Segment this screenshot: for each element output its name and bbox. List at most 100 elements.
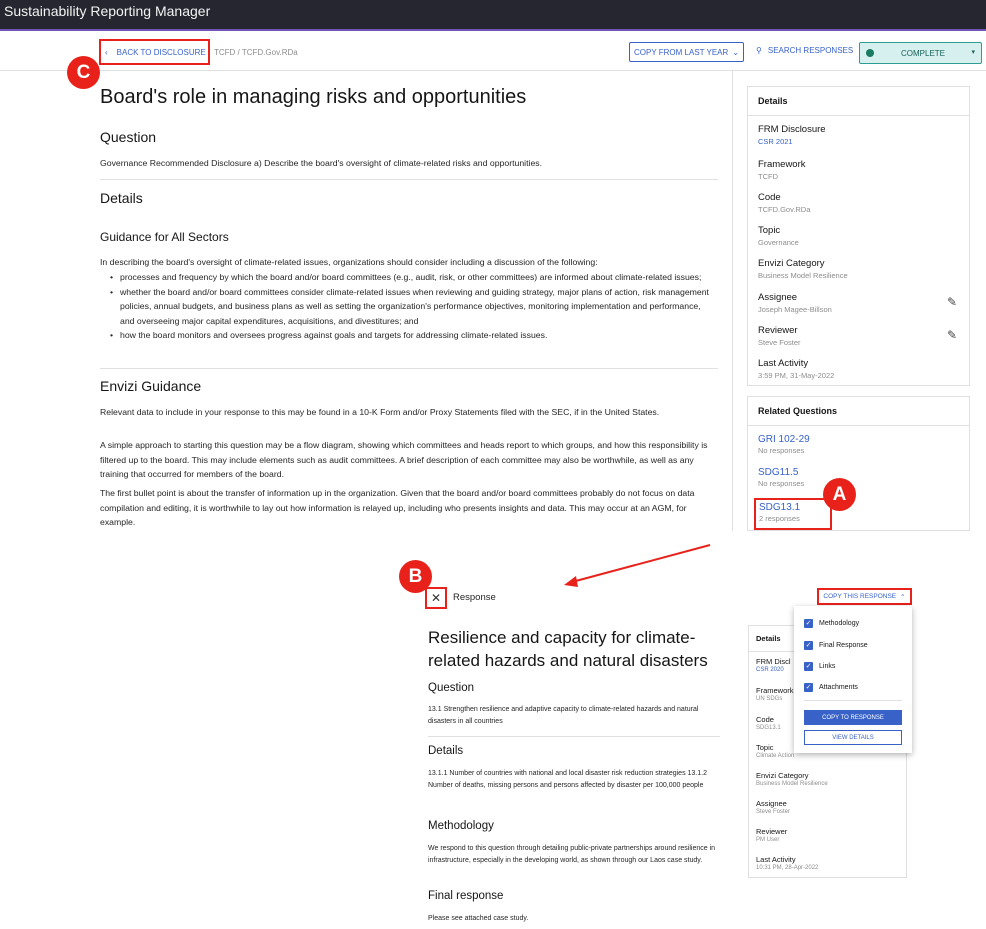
related-question-item[interactable]: GRI 102-29 No responses: [758, 434, 810, 455]
related-question-count: No responses: [758, 446, 805, 455]
guidance-intro: In describing the board's oversight of c…: [100, 257, 598, 267]
chevron-left-icon: ‹: [105, 48, 108, 57]
divider: [804, 700, 902, 701]
field-label: FRM Discl: [756, 657, 791, 666]
response-label: Response: [453, 592, 496, 603]
related-question-item-highlighted[interactable]: SDG13.1 2 responses: [754, 498, 832, 530]
view-details-button[interactable]: VIEW DETAILS: [804, 730, 902, 745]
related-question-link[interactable]: GRI 102-29: [758, 434, 810, 445]
field-label: Envizi Category: [756, 771, 809, 780]
field-envizi-category: Envizi Category Business Model Resilienc…: [758, 258, 848, 280]
field-value: Steve Foster: [758, 338, 801, 347]
related-question-link[interactable]: SDG11.5: [758, 467, 804, 478]
mini-field: Topic Climate Action: [756, 743, 794, 759]
option-links[interactable]: ✓ Links: [804, 662, 835, 671]
related-questions-card: Related Questions GRI 102-29 No response…: [747, 396, 970, 531]
field-label: Topic: [758, 225, 781, 236]
field-value: 3:59 PM, 31-May-2022: [758, 371, 835, 380]
mini-field: FRM Discl CSR 2020: [756, 657, 791, 673]
field-assignee: Assignee Joseph Magee-Billson: [758, 292, 832, 314]
related-question-link[interactable]: SDG13.1: [759, 502, 830, 513]
breadcrumb: TCFD / TCFD.Gov.RDa: [214, 48, 298, 57]
field-label: Topic: [756, 743, 774, 752]
field-label: Framework: [756, 686, 794, 695]
response-details-heading: Details: [428, 745, 464, 757]
checkbox-checked-icon[interactable]: ✓: [804, 683, 813, 692]
edit-assignee-pencil-icon[interactable]: ✎: [947, 295, 957, 309]
related-question-count: 2 responses: [759, 514, 800, 523]
option-attachments[interactable]: ✓ Attachments: [804, 683, 858, 692]
field-frm-disclosure: FRM Disclosure CSR 2021: [758, 124, 826, 146]
checkbox-checked-icon[interactable]: ✓: [804, 641, 813, 650]
option-final-response[interactable]: ✓ Final Response: [804, 641, 868, 650]
frm-disclosure-link[interactable]: CSR 2020: [756, 667, 791, 673]
copy-this-response-button[interactable]: COPY THIS RESPONSE ⌃: [817, 588, 912, 605]
response-question-text: 13.1 Strengthen resilience and adaptive …: [428, 706, 699, 725]
related-question-item[interactable]: SDG11.5 No responses: [758, 467, 804, 488]
field-reviewer: Reviewer Steve Foster: [758, 325, 801, 347]
copy-to-response-button[interactable]: COPY TO RESPONSE: [804, 710, 902, 725]
field-label: Reviewer: [756, 827, 788, 836]
edit-reviewer-pencil-icon[interactable]: ✎: [947, 328, 957, 342]
field-label: Code: [758, 192, 781, 203]
response-content: Resilience and capacity for climate-rela…: [428, 626, 720, 672]
field-label: Last Activity: [758, 358, 809, 369]
copy-options-dropdown: ✓ Methodology ✓ Final Response ✓ Links ✓…: [794, 606, 912, 753]
close-icon[interactable]: ✕: [425, 587, 447, 609]
checkbox-checked-icon[interactable]: ✓: [804, 619, 813, 628]
list-item: whether the board and/or board committee…: [108, 285, 716, 329]
back-to-disclosure-link[interactable]: ‹ BACK TO DISCLOSURE: [99, 39, 210, 65]
field-value: Business Model Resilience: [758, 271, 848, 280]
field-label: Assignee: [758, 292, 798, 303]
field-value: Joseph Magee-Billson: [758, 305, 832, 314]
copy-from-last-year-button[interactable]: COPY FROM LAST YEAR ⌄: [629, 42, 744, 62]
mini-field: Last Activity 10:31 PM, 28-Apr-2022: [756, 855, 818, 871]
response-final-text: Please see attached case study.: [428, 915, 529, 922]
field-value: UN SDGs: [756, 696, 783, 702]
app-title: Sustainability Reporting Manager: [4, 3, 211, 19]
envizi-paragraph-1: Relevant data to include in your respons…: [100, 407, 660, 417]
mini-field: Assignee Steve Foster: [756, 799, 790, 815]
callout-marker-c: C: [67, 56, 100, 89]
field-label: Code: [756, 715, 774, 724]
mini-field: Envizi Category Business Model Resilienc…: [756, 771, 828, 787]
question-text: Governance Recommended Disclosure a) Des…: [100, 158, 543, 168]
search-responses-button[interactable]: ⚲ SEARCH RESPONSES: [756, 46, 853, 55]
copy-from-last-year-label: COPY FROM LAST YEAR: [634, 47, 729, 57]
field-value: PM User: [756, 837, 780, 843]
response-details-text: 13.1.1 Number of countries with national…: [428, 770, 707, 789]
status-dropdown[interactable]: COMPLETE ▾: [859, 42, 982, 64]
disclosure-content: Board's role in managing risks and oppor…: [100, 86, 718, 109]
response-final-heading: Final response: [428, 890, 504, 902]
mini-field: Framework UN SDGs: [756, 686, 794, 702]
page-title: Board's role in managing risks and oppor…: [100, 86, 527, 108]
response-methodology-text: We respond to this question through deta…: [428, 845, 716, 864]
related-question-count: No responses: [758, 479, 805, 488]
checkbox-checked-icon[interactable]: ✓: [804, 662, 813, 671]
option-methodology[interactable]: ✓ Methodology: [804, 619, 859, 628]
field-value: Business Model Resilience: [756, 781, 828, 787]
list-item: how the board monitors and oversees prog…: [108, 328, 716, 343]
copy-this-response-label: COPY THIS RESPONSE: [823, 593, 897, 600]
search-responses-label: SEARCH RESPONSES: [767, 46, 854, 55]
field-framework: Framework TCFD: [758, 159, 806, 181]
divider: [428, 736, 720, 737]
option-label: Links: [819, 663, 836, 670]
option-label: Final Response: [819, 642, 868, 649]
field-value: Steve Foster: [756, 809, 791, 815]
response-title: Resilience and capacity for climate-rela…: [428, 628, 708, 670]
field-label: Assignee: [756, 799, 787, 808]
field-value: 10:31 PM, 28-Apr-2022: [756, 865, 819, 871]
frm-disclosure-link[interactable]: CSR 2021: [758, 137, 826, 146]
field-label: Last Activity: [756, 855, 796, 864]
field-value: SDG13.1: [756, 725, 781, 731]
status-dot-icon: [866, 49, 874, 57]
option-label: Methodology: [819, 620, 860, 627]
right-panel-divider: [732, 71, 733, 531]
details-card: Details FRM Disclosure CSR 2021 Framewor…: [747, 86, 970, 386]
field-label: Framework: [758, 159, 806, 170]
search-icon: ⚲: [756, 46, 762, 55]
guidance-heading: Guidance for All Sectors: [100, 230, 229, 244]
field-label: Reviewer: [758, 325, 798, 336]
caret-down-icon: ▾: [971, 49, 975, 56]
